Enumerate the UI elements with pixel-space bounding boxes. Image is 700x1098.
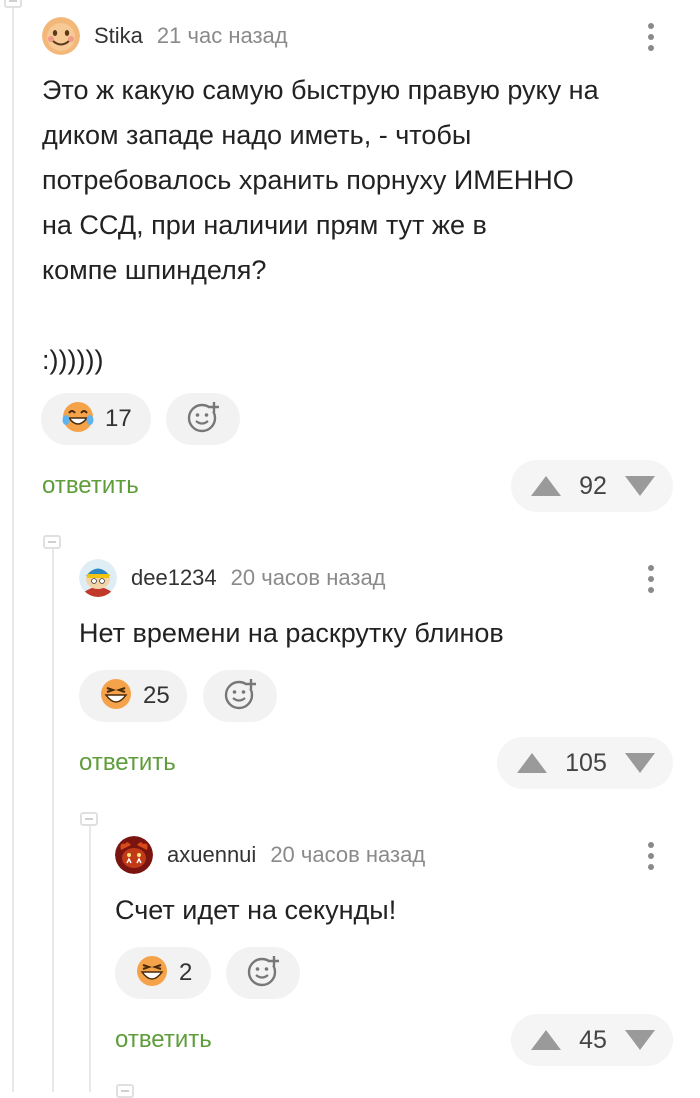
thread-line — [52, 545, 54, 1092]
comment-text: Нет времени на раскрутку блинов — [79, 618, 504, 648]
add-emoji-icon — [245, 953, 281, 994]
reply-button[interactable]: ответить — [42, 472, 139, 500]
vote-widget: 45 — [511, 1014, 673, 1066]
upvote-icon[interactable] — [529, 1028, 563, 1052]
upvote-icon[interactable] — [515, 751, 549, 775]
comment-header: axuennui 20 часов назад — [115, 835, 425, 875]
vote-score: 45 — [579, 1025, 607, 1054]
comment-header: dee1234 20 часов назад — [79, 558, 386, 598]
downvote-icon[interactable] — [623, 751, 657, 775]
downvote-icon[interactable] — [623, 474, 657, 498]
vote-widget: 92 — [511, 460, 673, 512]
grinning-squint-emoji-icon — [99, 677, 133, 716]
collapse-thread-button[interactable] — [43, 535, 61, 549]
username[interactable]: Stika — [94, 23, 143, 49]
timestamp: 21 час назад — [156, 23, 288, 48]
reply-button[interactable]: ответить — [79, 749, 176, 777]
upvote-icon[interactable] — [529, 474, 563, 498]
vote-score: 105 — [565, 748, 607, 777]
thread-line — [89, 822, 91, 1092]
avatar[interactable] — [42, 17, 80, 55]
comment-text: Это ж какую самую быструю правую руку на… — [42, 75, 599, 375]
vote-widget: 105 — [497, 737, 673, 789]
grinning-squint-emoji-icon — [135, 954, 169, 993]
add-reaction-button[interactable] — [166, 393, 240, 445]
avatar[interactable] — [115, 836, 153, 874]
downvote-icon[interactable] — [623, 1028, 657, 1052]
add-reaction-button[interactable] — [226, 947, 300, 999]
username[interactable]: dee1234 — [131, 565, 217, 591]
collapse-thread-button[interactable] — [80, 812, 98, 826]
add-emoji-icon — [185, 399, 221, 440]
comment-header: Stika 21 час назад — [42, 16, 288, 56]
reply-button[interactable]: ответить — [115, 1026, 212, 1054]
more-options-icon[interactable] — [641, 836, 661, 876]
vote-score: 92 — [579, 471, 607, 500]
reaction-button[interactable]: 2 — [115, 947, 211, 999]
username[interactable]: axuennui — [167, 842, 256, 868]
more-options-icon[interactable] — [641, 17, 661, 57]
reaction-count: 17 — [105, 405, 132, 432]
timestamp: 20 часов назад — [270, 842, 426, 867]
more-options-icon[interactable] — [641, 559, 661, 599]
collapse-thread-button[interactable] — [116, 1084, 134, 1098]
reaction-count: 25 — [143, 682, 170, 709]
thread-line — [12, 0, 14, 1092]
add-emoji-icon — [222, 676, 258, 717]
reaction-button[interactable]: 25 — [79, 670, 187, 722]
comment-text: Счет идет на секунды! — [115, 895, 397, 925]
add-reaction-button[interactable] — [203, 670, 277, 722]
reaction-count: 2 — [179, 959, 193, 986]
reaction-button[interactable]: 17 — [41, 393, 151, 445]
avatar[interactable] — [79, 559, 117, 597]
collapse-thread-button[interactable] — [4, 0, 22, 8]
timestamp: 20 часов назад — [230, 565, 386, 590]
laughing-tears-emoji-icon — [61, 400, 95, 439]
